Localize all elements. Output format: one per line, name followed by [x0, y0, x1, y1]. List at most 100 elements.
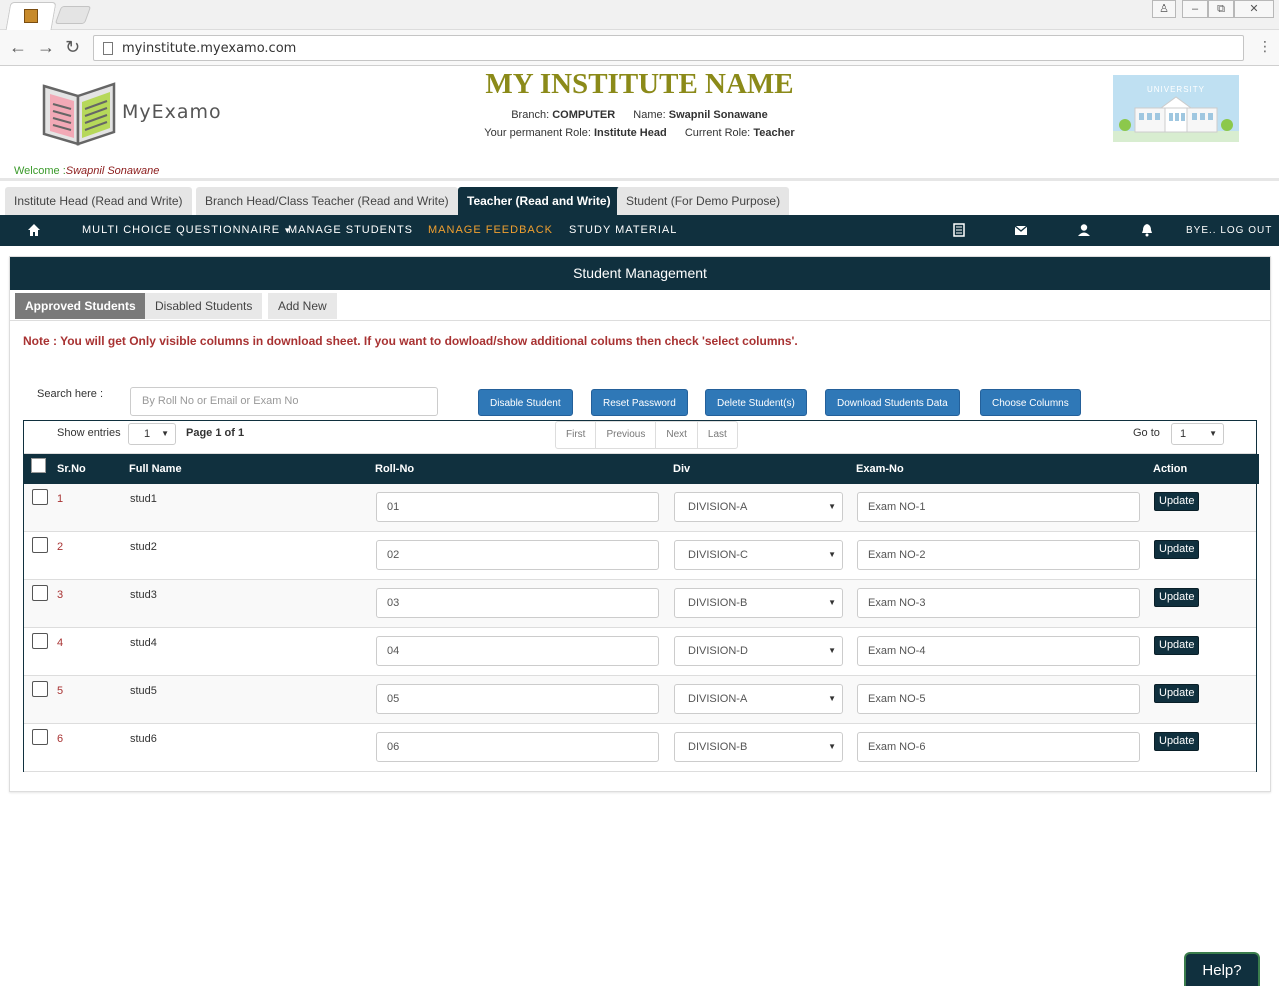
student-management-panel: Student Management Approved Students Dis… [9, 256, 1271, 792]
div-select[interactable]: DIVISION-C ▼ [674, 540, 843, 570]
welcome-text: Welcome :Swapnil Sonawane [14, 165, 160, 177]
tab-approved-students[interactable]: Approved Students [15, 293, 146, 319]
list-icon[interactable] [952, 223, 966, 237]
user-icon[interactable] [1077, 223, 1091, 237]
cell-sr-no: 6 [57, 733, 64, 745]
exam-no-input[interactable]: Exam NO-2 [857, 540, 1140, 570]
cell-sr-no: 4 [57, 637, 64, 649]
roll-no-input[interactable]: 02 [376, 540, 659, 570]
select-all-checkbox[interactable] [31, 458, 46, 473]
cell-sr-no: 3 [57, 589, 64, 601]
bell-icon[interactable] [1140, 223, 1154, 237]
delete-students-button[interactable]: Delete Student(s) [705, 389, 807, 416]
div-select[interactable]: DIVISION-B ▼ [674, 588, 843, 618]
goto-label: Go to [1133, 427, 1160, 439]
pager-next[interactable]: Next [656, 422, 698, 448]
cell-full-name: stud3 [130, 589, 157, 601]
nav-manage-feedback[interactable]: MANAGE FEEDBACK [428, 215, 553, 246]
caret-down-icon: ▼ [1209, 429, 1217, 438]
goto-page-select[interactable]: 1 ▼ [1171, 423, 1224, 445]
nav-multi-choice-questionnaire[interactable]: MULTI CHOICE QUESTIONNAIRE ▼ [82, 215, 292, 246]
user-name-value: Swapnil Sonawane [668, 109, 768, 121]
role-tab-teacher[interactable]: Teacher (Read and Write) [458, 187, 620, 215]
exam-no-input[interactable]: Exam NO-3 [857, 588, 1140, 618]
roll-no-input[interactable]: 01 [376, 492, 659, 522]
roll-no-input[interactable]: 04 [376, 636, 659, 666]
row-checkbox[interactable] [32, 681, 48, 697]
col-sr-no: Sr.No [57, 463, 86, 475]
home-icon[interactable] [27, 223, 41, 237]
search-input[interactable]: By Roll No or Email or Exam No [130, 387, 438, 416]
university-building-icon [1113, 96, 1239, 142]
header-divider [0, 178, 1279, 181]
restore-button[interactable]: ⧉ [1208, 0, 1234, 18]
row-checkbox[interactable] [32, 585, 48, 601]
role-tab-institute-head[interactable]: Institute Head (Read and Write) [5, 187, 192, 215]
new-tab-button[interactable] [54, 6, 92, 24]
reload-icon[interactable]: ↻ [65, 38, 80, 56]
pagination: First Previous Next Last [555, 421, 738, 449]
tab-disabled-students[interactable]: Disabled Students [145, 293, 263, 319]
institute-name: MY INSTITUTE NAME [485, 68, 794, 100]
search-label: Search here : [37, 388, 104, 400]
browser-tab[interactable] [5, 2, 57, 30]
roll-no-input[interactable]: 06 [376, 732, 659, 762]
pager-first[interactable]: First [556, 422, 597, 448]
tab-add-new[interactable]: Add New [268, 293, 337, 319]
col-div: Div [673, 463, 691, 475]
roll-no-input[interactable]: 05 [376, 684, 659, 714]
caret-down-icon: ▼ [828, 502, 836, 511]
browser-tab-strip: ♙ – ⧉ ✕ [0, 0, 1279, 30]
back-arrow-icon[interactable]: ← [9, 38, 27, 56]
logout-link[interactable]: BYE.. LOG OUT [1186, 215, 1272, 246]
exam-no-input[interactable]: Exam NO-1 [857, 492, 1140, 522]
table-row: 6 stud6 06 DIVISION-B ▼ Exam NO-6 Update [24, 724, 1256, 772]
update-button[interactable]: Update [1154, 588, 1200, 607]
cell-sr-no: 2 [57, 541, 64, 553]
nav-manage-students[interactable]: MANAGE STUDENTS [288, 215, 413, 246]
exam-no-input[interactable]: Exam NO-4 [857, 636, 1140, 666]
show-entries-select[interactable]: 1 ▼ [128, 423, 176, 445]
panel-title: Student Management [10, 257, 1270, 290]
update-button[interactable]: Update [1154, 684, 1200, 703]
browser-menu-icon[interactable]: ⋮ [1258, 38, 1272, 55]
disable-student-button[interactable]: Disable Student [478, 389, 573, 416]
minimize-button[interactable]: – [1182, 0, 1208, 18]
nav-study-material[interactable]: STUDY MATERIAL [569, 215, 677, 246]
permanent-role-value: Institute Head [593, 127, 667, 139]
roll-no-input[interactable]: 03 [376, 588, 659, 618]
branch-value: COMPUTER [552, 109, 616, 121]
row-checkbox[interactable] [32, 537, 48, 553]
forward-arrow-icon[interactable]: → [37, 38, 55, 56]
download-students-data-button[interactable]: Download Students Data [825, 389, 960, 416]
row-checkbox[interactable] [32, 489, 48, 505]
div-select[interactable]: DIVISION-A ▼ [674, 492, 843, 522]
exam-no-input[interactable]: Exam NO-6 [857, 732, 1140, 762]
update-button[interactable]: Update [1154, 732, 1200, 751]
caret-down-icon: ▼ [828, 742, 836, 751]
update-button[interactable]: Update [1154, 492, 1200, 511]
role-tab-student[interactable]: Student (For Demo Purpose) [617, 187, 790, 215]
cell-full-name: stud6 [130, 733, 157, 745]
reset-password-button[interactable]: Reset Password [591, 389, 688, 416]
div-select[interactable]: DIVISION-D ▼ [674, 636, 843, 666]
table-row: 5 stud5 05 DIVISION-A ▼ Exam NO-5 Update [24, 676, 1256, 724]
mail-icon[interactable] [1014, 223, 1028, 237]
pager-last[interactable]: Last [698, 422, 737, 448]
row-checkbox[interactable] [32, 729, 48, 745]
caret-down-icon: ▼ [828, 550, 836, 559]
pager-previous[interactable]: Previous [596, 422, 657, 448]
div-select[interactable]: DIVISION-A ▼ [674, 684, 843, 714]
help-button[interactable]: Help? [1184, 952, 1260, 986]
update-button[interactable]: Update [1154, 540, 1200, 559]
row-checkbox[interactable] [32, 633, 48, 649]
exam-no-input[interactable]: Exam NO-5 [857, 684, 1140, 714]
profile-icon[interactable]: ♙ [1152, 0, 1176, 18]
choose-columns-button[interactable]: Choose Columns [980, 389, 1081, 416]
role-tab-branch-head[interactable]: Branch Head/Class Teacher (Read and Writ… [196, 187, 458, 215]
update-button[interactable]: Update [1154, 636, 1200, 655]
address-bar[interactable]: myinstitute.myexamo.com [93, 35, 1244, 61]
table-row: 2 stud2 02 DIVISION-C ▼ Exam NO-2 Update [24, 532, 1256, 580]
close-window-button[interactable]: ✕ [1234, 0, 1274, 18]
div-select[interactable]: DIVISION-B ▼ [674, 732, 843, 762]
